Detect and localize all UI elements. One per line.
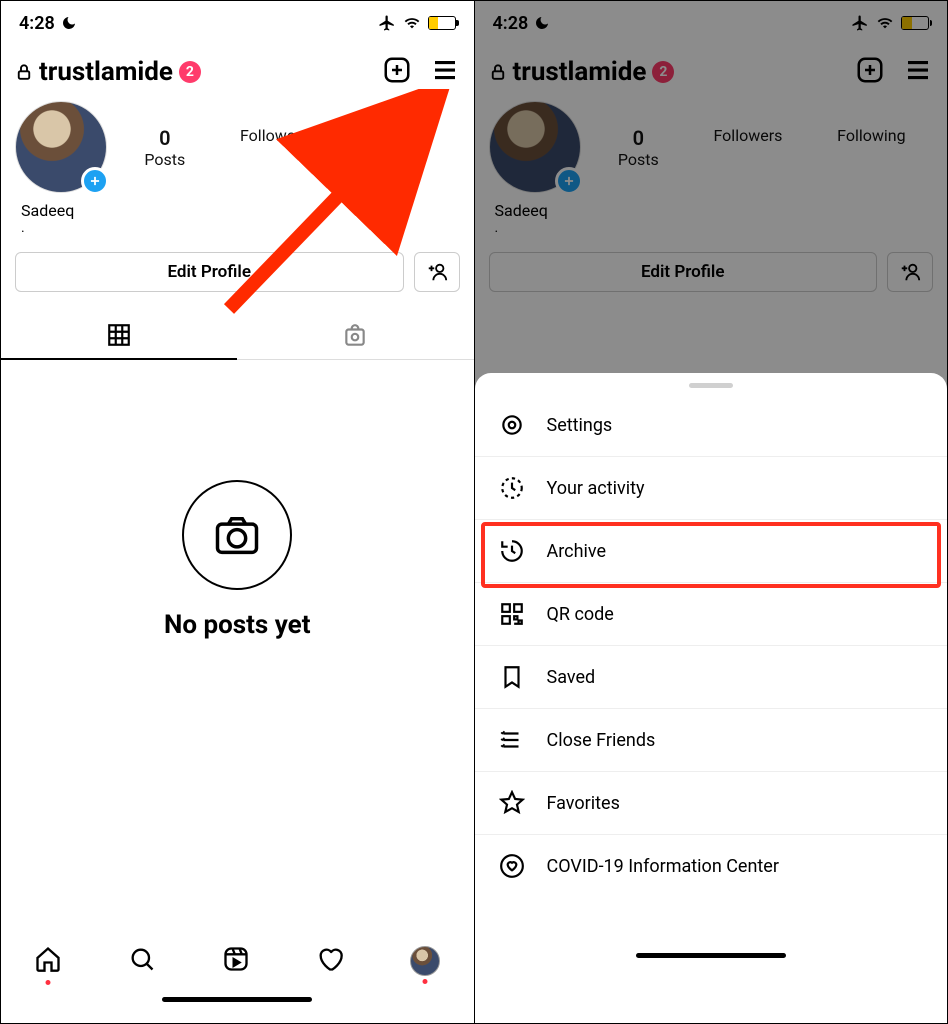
menu-label: Settings [547, 415, 613, 436]
heart-icon [316, 945, 344, 973]
menu-item-favorites[interactable]: Favorites [475, 772, 948, 835]
heart-circle-icon [499, 853, 525, 879]
search-icon [128, 945, 156, 973]
reels-icon [222, 945, 250, 973]
stat-following-label: Following [364, 126, 432, 145]
nav-reels[interactable] [222, 945, 250, 977]
profile-tabs [1, 312, 474, 360]
lock-icon [15, 63, 33, 81]
empty-state: No posts yet [1, 360, 474, 680]
edit-profile-button[interactable]: Edit Profile [15, 252, 404, 292]
display-name: Sadeeq [1, 193, 474, 220]
menu-label: QR code [547, 604, 614, 625]
add-story-icon[interactable] [81, 167, 109, 195]
archive-icon [499, 538, 525, 564]
screenshot-right: 4:28 trustlamide 2 [475, 1, 948, 1023]
stat-following[interactable]: Following [364, 126, 432, 169]
qrcode-icon [499, 601, 525, 627]
notification-badge: 2 [179, 61, 201, 83]
hamburger-icon [430, 55, 460, 85]
username[interactable]: trustlamide [39, 57, 173, 87]
tagged-icon [342, 323, 368, 349]
tab-tagged[interactable] [237, 312, 473, 360]
empty-title: No posts yet [164, 610, 311, 640]
stat-posts[interactable]: 0 Posts [144, 126, 185, 169]
camera-icon [211, 509, 263, 561]
menu-label: Your activity [547, 478, 645, 499]
screenshot-left: 4:28 trustlamide 2 [1, 1, 474, 1023]
settings-icon [499, 412, 525, 438]
sheet-handle[interactable] [689, 383, 733, 388]
star-icon [499, 790, 525, 816]
battery-icon [428, 16, 456, 30]
menu-item-settings[interactable]: Settings [475, 394, 948, 457]
home-indicator [162, 997, 312, 1002]
profile-avatar-icon [410, 946, 440, 976]
bio-text: . [1, 220, 474, 246]
menu-list: Settings Your activity Archive QR code S… [475, 394, 948, 897]
menu-label: COVID-19 Information Center [547, 856, 779, 877]
nav-activity[interactable] [316, 945, 344, 977]
menu-label: Close Friends [547, 730, 656, 751]
nav-home[interactable] [34, 945, 62, 977]
menu-label: Saved [547, 667, 596, 688]
stat-posts-count: 0 [144, 126, 185, 150]
bookmark-icon [499, 664, 525, 690]
home-icon [34, 945, 62, 973]
discover-people-button[interactable] [414, 252, 460, 292]
menu-item-saved[interactable]: Saved [475, 646, 948, 709]
menu-label: Archive [547, 541, 607, 562]
close-friends-icon [499, 727, 525, 753]
stat-followers-label: Followers [240, 126, 309, 145]
airplane-mode-icon [378, 14, 396, 32]
do-not-disturb-icon [61, 15, 77, 31]
menu-item-archive[interactable]: Archive [475, 520, 948, 583]
status-bar: 4:28 [1, 1, 474, 45]
menu-item-covid[interactable]: COVID-19 Information Center [475, 835, 948, 897]
add-person-icon [426, 261, 448, 283]
menu-item-your-activity[interactable]: Your activity [475, 457, 948, 520]
menu-label: Favorites [547, 793, 620, 814]
nav-profile[interactable] [410, 946, 440, 976]
stats-row: 0 Posts Followers Following [1, 89, 474, 193]
bottom-nav [1, 937, 474, 1023]
profile-header: trustlamide 2 [1, 45, 474, 89]
menu-button[interactable] [430, 55, 460, 89]
status-time: 4:28 [19, 13, 55, 34]
menu-sheet: Settings Your activity Archive QR code S… [475, 373, 948, 1023]
menu-item-close-friends[interactable]: Close Friends [475, 709, 948, 772]
avatar[interactable] [15, 101, 107, 193]
nav-search[interactable] [128, 945, 156, 977]
home-indicator [636, 953, 786, 958]
stat-followers[interactable]: Followers [240, 126, 309, 169]
activity-icon [499, 475, 525, 501]
create-button[interactable] [382, 55, 412, 89]
plus-square-icon [382, 55, 412, 85]
grid-icon [106, 322, 132, 348]
stat-posts-label: Posts [144, 150, 185, 169]
menu-item-qr-code[interactable]: QR code [475, 583, 948, 646]
tab-grid[interactable] [1, 312, 237, 360]
wifi-icon [402, 15, 422, 31]
